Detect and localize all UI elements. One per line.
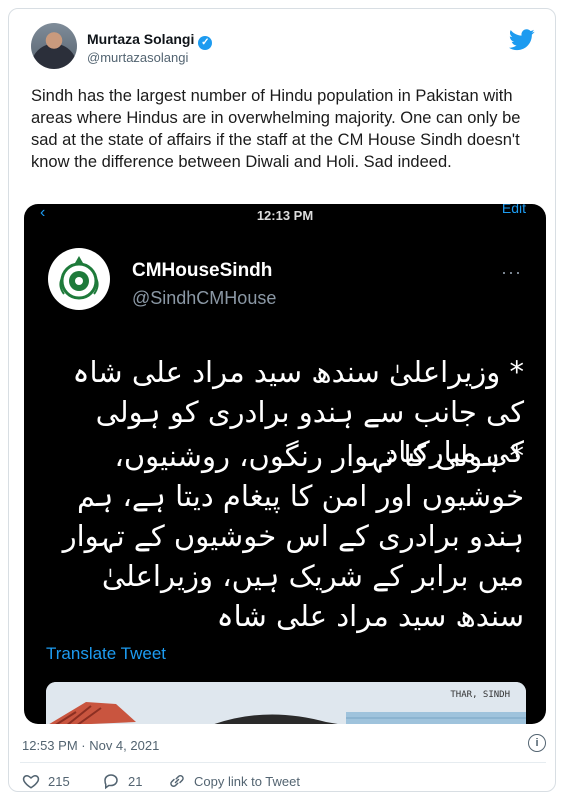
urdu-paragraph-2: * ہولی کا تہوار رنگوں، روشنیوں، خوشیوں ا… <box>62 439 524 633</box>
reply-button[interactable]: 21 <box>102 772 142 790</box>
divider <box>20 762 546 763</box>
embedded-photo: THAR, SINDH <box>46 682 526 724</box>
embedded-author-handle: @SindhCMHouse <box>132 288 277 308</box>
action-bar: 215 21 Copy link to Tweet <box>22 772 546 794</box>
info-icon[interactable]: i <box>528 734 546 752</box>
copy-link-button[interactable]: Copy link to Tweet <box>168 772 300 790</box>
author-name-text[interactable]: Murtaza Solangi <box>87 31 194 47</box>
status-bar-time: 12:13 PM <box>256 208 314 223</box>
tweet-timestamp[interactable]: 12:53 PM · Nov 4, 2021 <box>22 738 159 753</box>
verified-badge-icon: ✓ <box>198 36 213 50</box>
twitter-bird-icon[interactable] <box>509 29 535 51</box>
more-options-icon: ··· <box>501 262 522 282</box>
tweet-header: Murtaza Solangi ✓ @murtazasolangi <box>31 23 535 71</box>
embedded-author-name: CMHouseSindh <box>132 260 273 281</box>
avatar[interactable] <box>31 23 77 69</box>
author-handle[interactable]: @murtazasolangi <box>87 50 188 65</box>
edit-fragment: Edit <box>501 204 526 216</box>
copy-link-label: Copy link to Tweet <box>194 773 300 789</box>
tweet-text: Sindh has the largest number of Hindu po… <box>31 87 521 171</box>
photo-caption: THAR, SINDH <box>450 690 510 700</box>
author-name[interactable]: Murtaza Solangi ✓ <box>87 31 213 50</box>
link-icon <box>170 774 184 788</box>
like-count: 215 <box>48 773 70 789</box>
heart-icon <box>22 774 40 789</box>
reply-icon <box>104 774 118 790</box>
translate-tweet-link: Translate Tweet <box>46 644 167 663</box>
embedded-screenshot[interactable]: ‹ 12:13 PM Edit CMHouseSindh @SindhCMHou… <box>24 204 546 724</box>
cm-house-logo-icon <box>48 248 110 310</box>
like-button[interactable]: 215 <box>22 772 70 790</box>
photo-scene <box>46 682 526 724</box>
reply-count: 21 <box>128 773 143 789</box>
